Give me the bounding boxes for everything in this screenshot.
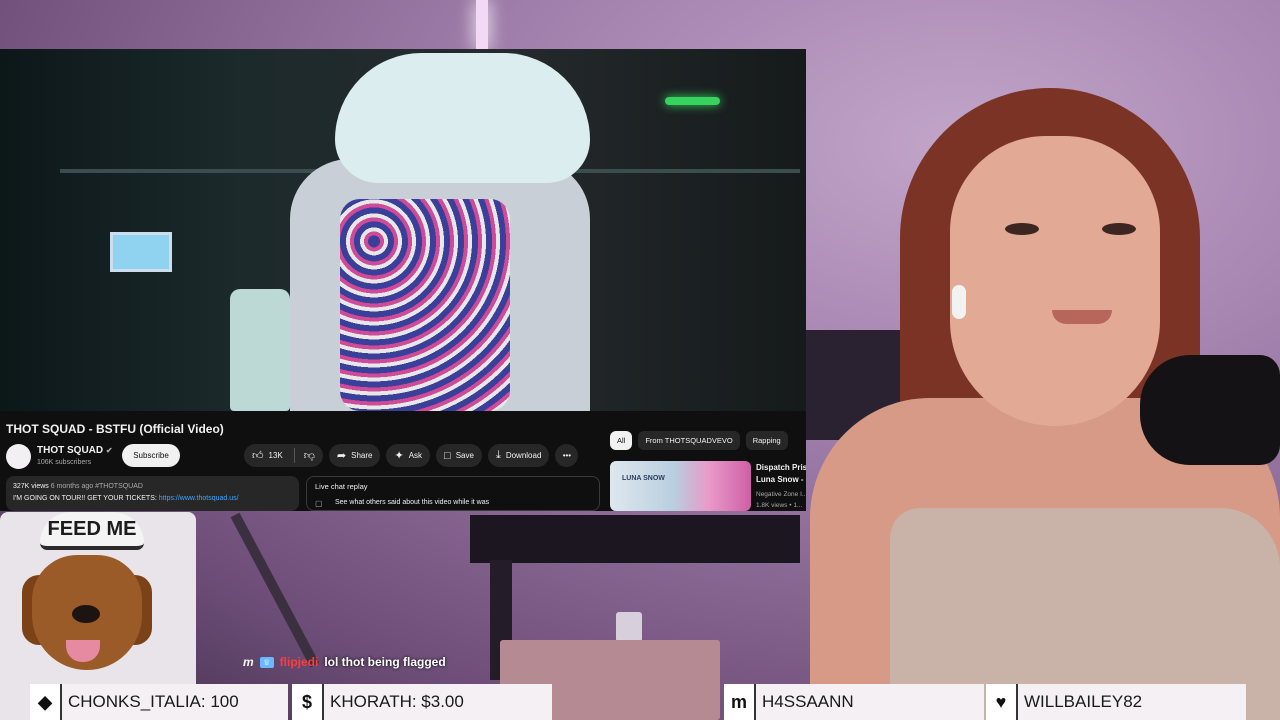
description-box[interactable]: 327K views 6 months ago #THOTSQUAD I'M G… bbox=[6, 476, 299, 511]
description-text: I'M GOING ON TOUR!! GET YOUR TICKETS: ht… bbox=[13, 493, 292, 505]
dollar-icon: $ bbox=[292, 684, 322, 720]
event-item: ♥ WILLBAILEY82 bbox=[986, 684, 1246, 720]
live-chat-replay-subtitle: See what others said about this video wh… bbox=[335, 499, 490, 506]
chat-username: flipjedi bbox=[279, 655, 319, 669]
background-light bbox=[476, 0, 488, 50]
m-badge-icon: m bbox=[724, 684, 754, 720]
description-meta: 327K views 6 months ago #THOTSQUAD bbox=[13, 481, 292, 493]
thumbs-up-icon: 👍︎ bbox=[252, 450, 264, 462]
event-label: H4SSAANN bbox=[754, 684, 984, 720]
wall-outlet bbox=[616, 612, 642, 642]
heart-icon: ♥ bbox=[986, 684, 1016, 720]
description-line: I'M GOING ON TOUR!! GET YOUR TICKETS: bbox=[13, 495, 157, 502]
more-actions-button[interactable]: ••• bbox=[555, 444, 579, 467]
live-chat-replay-panel[interactable]: Live chat replay ▢ See what others said … bbox=[306, 476, 600, 511]
event-bar: ◆ CHONKS_ITALIA: 100 $ KHORATH: $3.00 m … bbox=[0, 684, 1280, 720]
live-chat-replay-title: Live chat replay bbox=[315, 482, 368, 491]
channel-name[interactable]: THOT SQUAD ✔ bbox=[37, 445, 113, 456]
share-button[interactable]: ➦ Share bbox=[328, 444, 381, 467]
event-label: CHONKS_ITALIA: 100 bbox=[60, 684, 288, 720]
event-label: KHORATH: $3.00 bbox=[322, 684, 552, 720]
ask-label: Ask bbox=[408, 451, 423, 460]
chip-all[interactable]: All bbox=[610, 431, 633, 450]
performer-sequins bbox=[340, 199, 510, 411]
chat-icon: ▢ bbox=[315, 499, 323, 508]
dog-overlay bbox=[22, 535, 152, 673]
like-divider bbox=[293, 448, 295, 463]
event-label: WILLBAILEY82 bbox=[1016, 684, 1246, 720]
bar-screen bbox=[110, 232, 172, 272]
chat-text: lol thot being flagged bbox=[324, 655, 446, 669]
earbud bbox=[952, 285, 966, 319]
share-icon: ➦ bbox=[336, 450, 347, 462]
verified-check-icon: ✔ bbox=[105, 446, 113, 455]
bookmark-icon: □ bbox=[444, 449, 451, 462]
diamond-icon: ◆ bbox=[30, 684, 60, 720]
neon-light bbox=[665, 97, 720, 105]
channel-name-text: THOT SQUAD bbox=[37, 445, 104, 456]
save-button[interactable]: □ Save bbox=[436, 444, 482, 467]
chat-message: m ♕ flipjedi lol thot being flagged bbox=[243, 655, 446, 669]
subscribe-button[interactable]: Subscribe bbox=[122, 444, 180, 467]
recommendation-title-line1: Dispatch Pris bbox=[756, 463, 806, 472]
video-info: THOT SQUAD - BSTFU (Official Video) THOT… bbox=[0, 411, 806, 511]
recommendation-meta: 1.8K views • 1... bbox=[756, 502, 803, 509]
download-label: Download bbox=[505, 451, 542, 460]
subscriber-count: 106K subscribers bbox=[37, 459, 92, 466]
desk-shelf bbox=[470, 515, 800, 563]
thumbnail-text: LUNA SNOW bbox=[622, 475, 665, 482]
event-item: $ KHORATH: $3.00 bbox=[292, 684, 552, 720]
streamer-eye-left bbox=[1005, 223, 1039, 235]
streamer-face bbox=[950, 136, 1160, 426]
view-count: 327K views bbox=[13, 483, 49, 490]
sparkle-icon: ✦ bbox=[394, 450, 404, 462]
recommendation-title[interactable]: Dispatch Pris Luna Snow - ... bbox=[756, 462, 806, 486]
download-button[interactable]: ⤓ Download bbox=[487, 444, 550, 467]
like-count: 13K bbox=[268, 451, 283, 460]
feed-me-hat: FEED ME bbox=[40, 512, 144, 550]
save-label: Save bbox=[455, 451, 474, 460]
recommendation-thumbnail[interactable] bbox=[610, 461, 751, 511]
channel-avatar[interactable] bbox=[6, 444, 31, 469]
video-title: THOT SQUAD - BSTFU (Official Video) bbox=[6, 422, 224, 436]
video-actions: 👍︎ 13K 👎︎ ➦ Share ✦ Ask □ Save ⤓ Downloa… bbox=[244, 444, 579, 467]
event-item: ◆ CHONKS_ITALIA: 100 bbox=[30, 684, 288, 720]
event-item: m H4SSAANN bbox=[724, 684, 984, 720]
dog-nose bbox=[72, 605, 100, 623]
recommendation-title-line2: Luna Snow - ... bbox=[756, 475, 806, 484]
chip-from-channel[interactable]: From THOTSQUADVEVO bbox=[638, 431, 740, 450]
chip-rapping[interactable]: Rapping bbox=[745, 431, 788, 450]
streamer-mouth bbox=[1052, 310, 1112, 324]
like-button[interactable]: 👍︎ 13K 👎︎ bbox=[244, 444, 323, 467]
video-player[interactable] bbox=[0, 49, 806, 411]
upload-age: 6 months ago bbox=[50, 483, 94, 490]
bottle bbox=[230, 289, 290, 411]
streamer-eye-right bbox=[1102, 223, 1136, 235]
crown-icon: ♕ bbox=[259, 656, 274, 668]
share-label: Share bbox=[351, 451, 373, 460]
tour-link[interactable]: https://www.thotsquad.us/ bbox=[159, 495, 239, 502]
ask-button[interactable]: ✦ Ask bbox=[386, 444, 431, 467]
youtube-capture: THOT SQUAD - BSTFU (Official Video) THOT… bbox=[0, 49, 806, 511]
microphone bbox=[1140, 355, 1280, 465]
download-icon: ⤓ bbox=[495, 449, 501, 461]
performer-hair bbox=[335, 53, 590, 183]
recommendation-chips: All From THOTSQUADVEVO Rapping bbox=[610, 431, 788, 450]
thumbs-down-icon[interactable]: 👎︎ bbox=[300, 449, 323, 462]
chat-badge: m bbox=[243, 655, 254, 669]
recommendation-channel[interactable]: Negative Zone I... bbox=[756, 491, 806, 498]
hashtag[interactable]: #THOTSQUAD bbox=[95, 483, 143, 490]
